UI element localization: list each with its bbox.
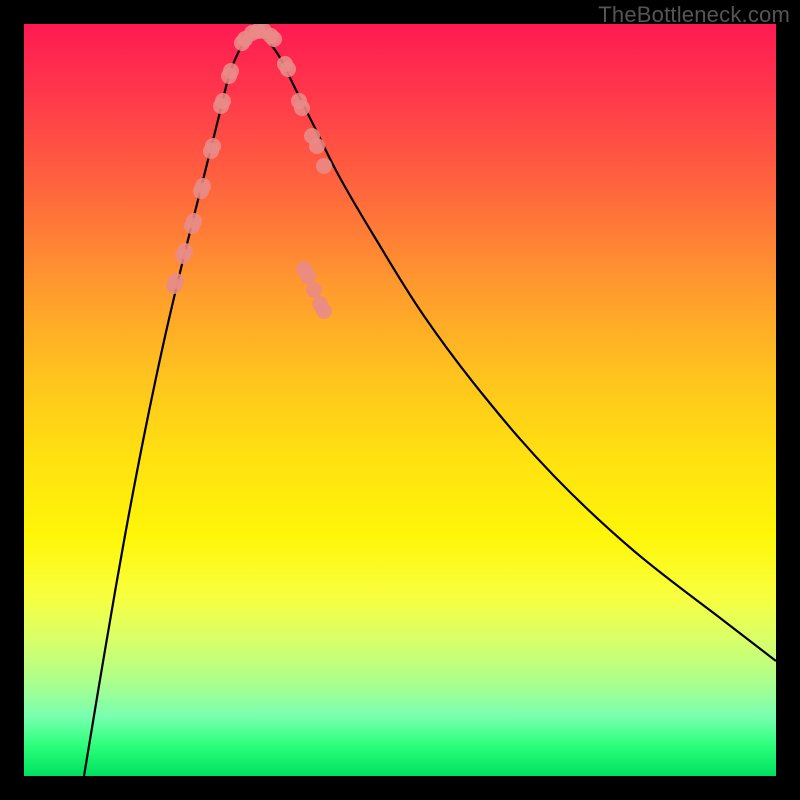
chart-frame: TheBottleneck.com bbox=[0, 0, 800, 800]
scatter-left bbox=[166, 24, 272, 294]
data-point bbox=[223, 63, 239, 79]
data-point bbox=[306, 282, 322, 298]
data-point bbox=[205, 138, 221, 154]
scatter-right bbox=[263, 28, 332, 319]
data-point bbox=[215, 93, 231, 109]
data-point bbox=[294, 100, 310, 116]
data-point bbox=[177, 243, 193, 259]
curve-layer bbox=[24, 24, 776, 776]
left-curve bbox=[84, 36, 249, 776]
data-point bbox=[168, 273, 184, 289]
data-point bbox=[309, 138, 325, 154]
data-point bbox=[316, 158, 332, 174]
data-point bbox=[280, 61, 296, 77]
data-point bbox=[266, 31, 282, 47]
data-point bbox=[186, 213, 202, 229]
data-point bbox=[300, 268, 316, 284]
plot-area bbox=[24, 24, 776, 776]
data-point bbox=[316, 303, 332, 319]
right-curve bbox=[264, 36, 776, 661]
data-point bbox=[195, 178, 211, 194]
